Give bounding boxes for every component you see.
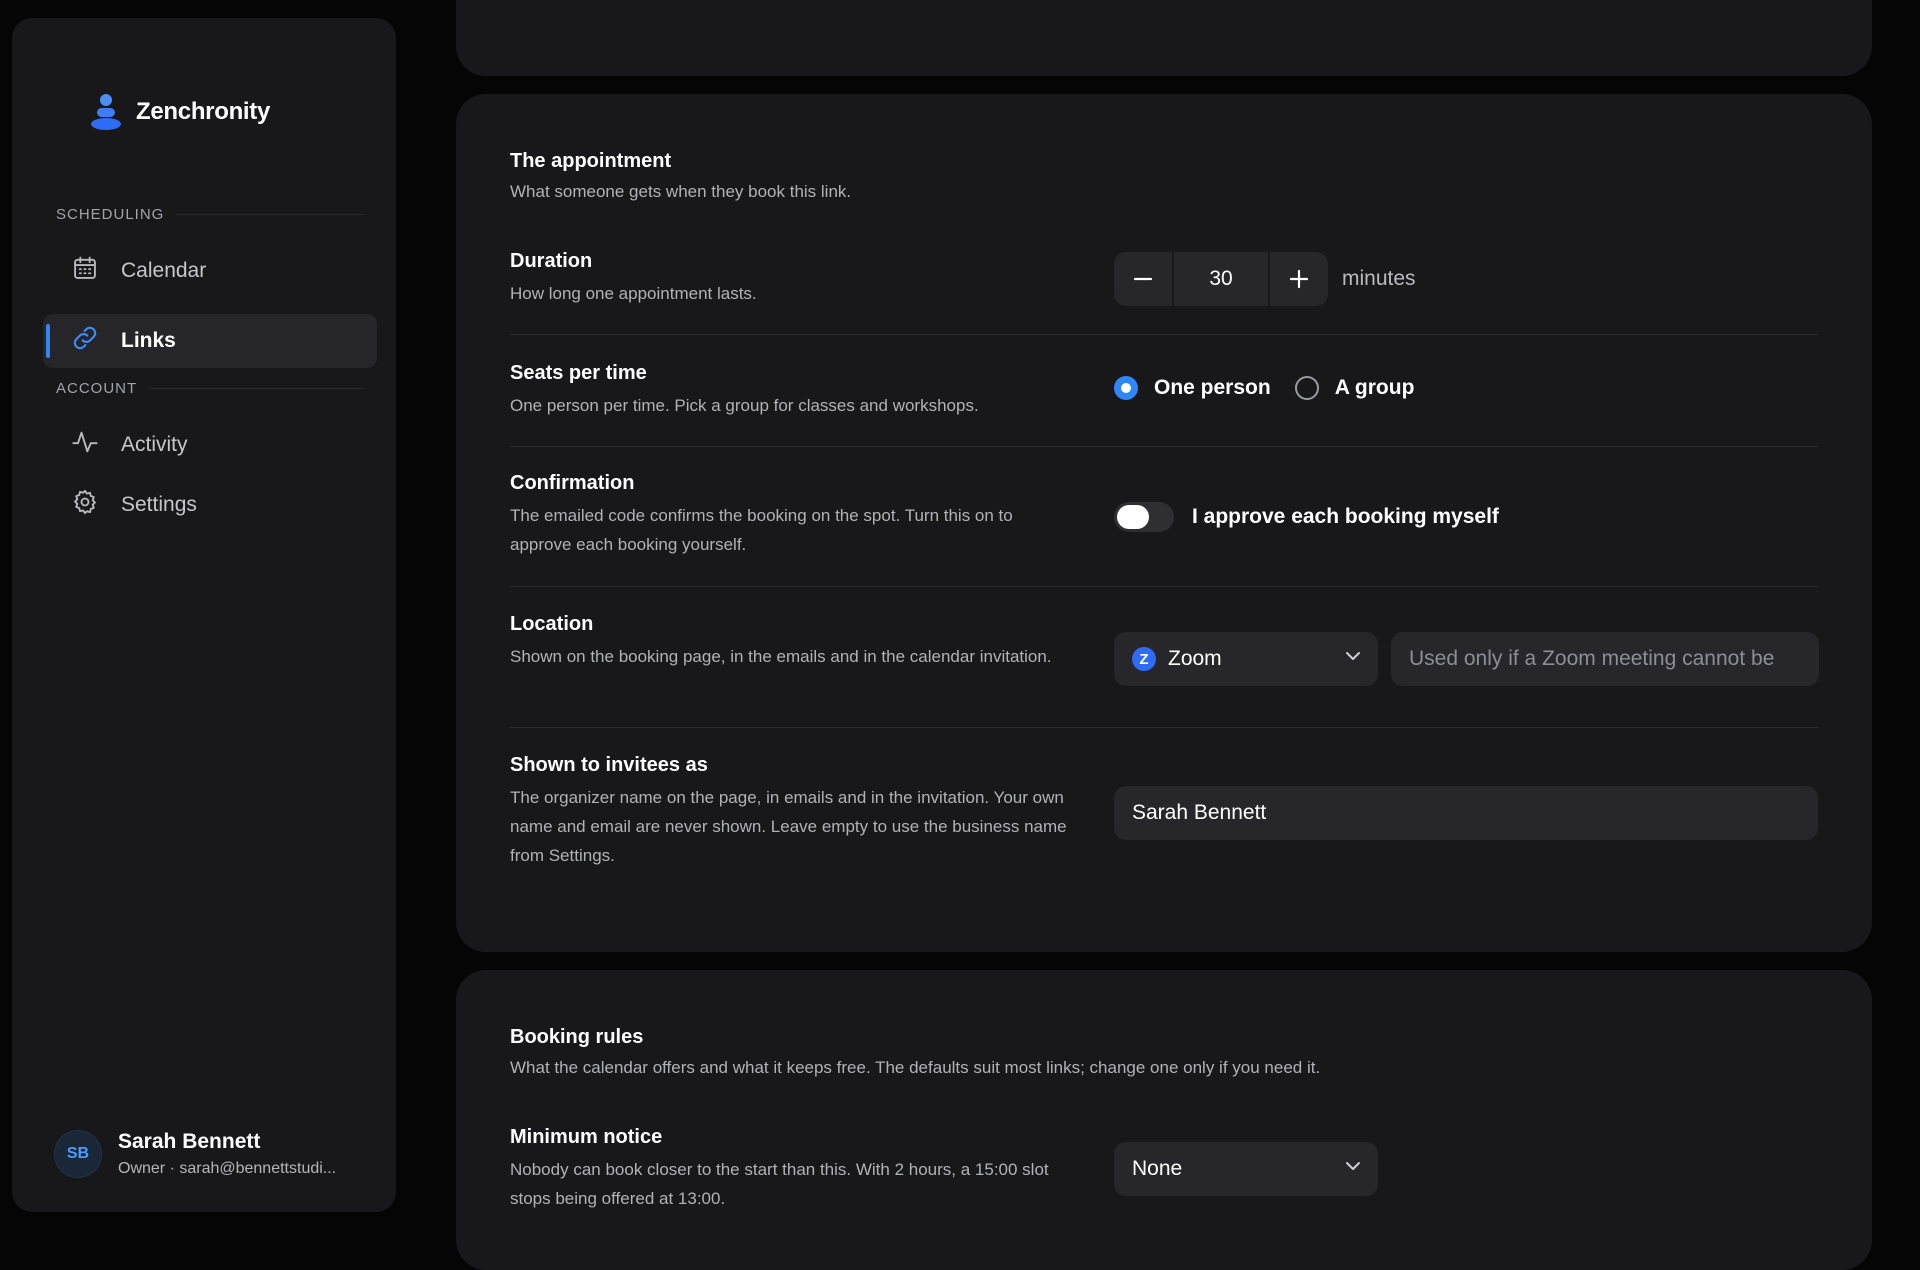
- row-description: The organizer name on the page, in email…: [510, 788, 1067, 865]
- section-title: Booking rules: [510, 1026, 644, 1048]
- shown-as-control: [1114, 786, 1818, 840]
- user-profile[interactable]: SB Sarah Bennett Owner · sarah@bennettst…: [54, 1130, 336, 1178]
- toggle-label: I approve each booking myself: [1192, 505, 1499, 528]
- section-label-account: ACCOUNT: [56, 380, 364, 397]
- sidebar: Zenchronity SCHEDULING Calendar Links AC…: [12, 18, 396, 1212]
- user-subtitle: Owner · sarah@bennettstudi...: [118, 1160, 337, 1177]
- radio-unselected-icon: [1294, 376, 1319, 400]
- sidebar-item-label: Calendar: [121, 259, 207, 282]
- section-label-scheduling: SCHEDULING: [56, 206, 364, 223]
- row-description: How long one appointment lasts.: [510, 284, 757, 303]
- radio-label: A group: [1334, 376, 1415, 399]
- min-notice-select[interactable]: None: [1114, 1142, 1378, 1196]
- brand[interactable]: Zenchronity: [90, 94, 270, 130]
- section-title: The appointment: [510, 150, 672, 172]
- plus-icon: [1289, 269, 1309, 289]
- decrement-button[interactable]: [1114, 252, 1172, 306]
- sidebar-item-label: Settings: [121, 493, 197, 516]
- divider: [510, 334, 1818, 335]
- sidebar-item-label: Links: [121, 329, 176, 352]
- brand-logo-icon: [90, 94, 122, 130]
- calendar-icon: [71, 254, 99, 288]
- row-description: The emailed code confirms the booking on…: [510, 506, 1013, 554]
- duration-stepper: 30 minutes: [1114, 252, 1416, 306]
- sidebar-item-links[interactable]: Links: [43, 314, 377, 368]
- seats-radio-group: One person A group: [1114, 370, 1414, 406]
- row-description: One person per time. Pick a group for cl…: [510, 396, 979, 415]
- row-title: Shown to invitees as: [510, 754, 708, 776]
- location-controls: Z Zoom: [1114, 632, 1819, 686]
- divider: [510, 586, 1818, 587]
- organizer-name-input[interactable]: [1114, 786, 1818, 840]
- zoom-icon: Z: [1132, 647, 1156, 671]
- activity-icon: [71, 428, 99, 462]
- sidebar-item-activity[interactable]: Activity: [43, 418, 377, 472]
- increment-button[interactable]: [1270, 252, 1328, 306]
- booking-rules-card: Booking rules What the calendar offers a…: [456, 970, 1872, 1270]
- previous-card: [456, 0, 1872, 76]
- duration-value[interactable]: 30: [1172, 252, 1270, 306]
- divider: [510, 727, 1818, 728]
- location-select[interactable]: Z Zoom: [1114, 632, 1378, 686]
- appointment-card: The appointment What someone gets when t…: [456, 94, 1872, 952]
- row-title: Confirmation: [510, 472, 635, 494]
- location-fallback-input[interactable]: [1391, 632, 1819, 686]
- minus-icon: [1133, 277, 1153, 281]
- radio-one-person[interactable]: One person: [1114, 376, 1271, 400]
- radio-a-group[interactable]: A group: [1294, 376, 1415, 400]
- approve-toggle[interactable]: [1114, 502, 1174, 532]
- select-value: None: [1132, 1157, 1183, 1180]
- radio-selected-icon: [1114, 376, 1138, 400]
- section-description: What the calendar offers and what it kee…: [510, 1058, 1321, 1077]
- duration-unit: minutes: [1342, 267, 1416, 290]
- user-name: Sarah Bennett: [118, 1130, 261, 1153]
- min-notice-control: None: [1114, 1142, 1378, 1196]
- link-icon: [71, 324, 99, 358]
- radio-label: One person: [1154, 376, 1271, 399]
- chevron-down-icon: [1344, 1157, 1362, 1181]
- sidebar-item-label: Activity: [121, 433, 188, 456]
- brand-name: Zenchronity: [136, 98, 271, 125]
- sidebar-item-settings[interactable]: Settings: [43, 478, 377, 532]
- row-description: Nobody can book closer to the start than…: [510, 1160, 1049, 1208]
- row-description: Shown on the booking page, in the emails…: [510, 647, 1052, 666]
- divider: [510, 446, 1818, 447]
- sidebar-item-calendar[interactable]: Calendar: [43, 244, 377, 298]
- section-description: What someone gets when they book this li…: [510, 182, 852, 201]
- avatar: SB: [54, 1130, 102, 1178]
- gear-icon: [71, 488, 99, 522]
- select-value: Zoom: [1168, 647, 1222, 670]
- confirmation-toggle-group: I approve each booking myself: [1114, 502, 1499, 532]
- chevron-down-icon: [1344, 647, 1362, 671]
